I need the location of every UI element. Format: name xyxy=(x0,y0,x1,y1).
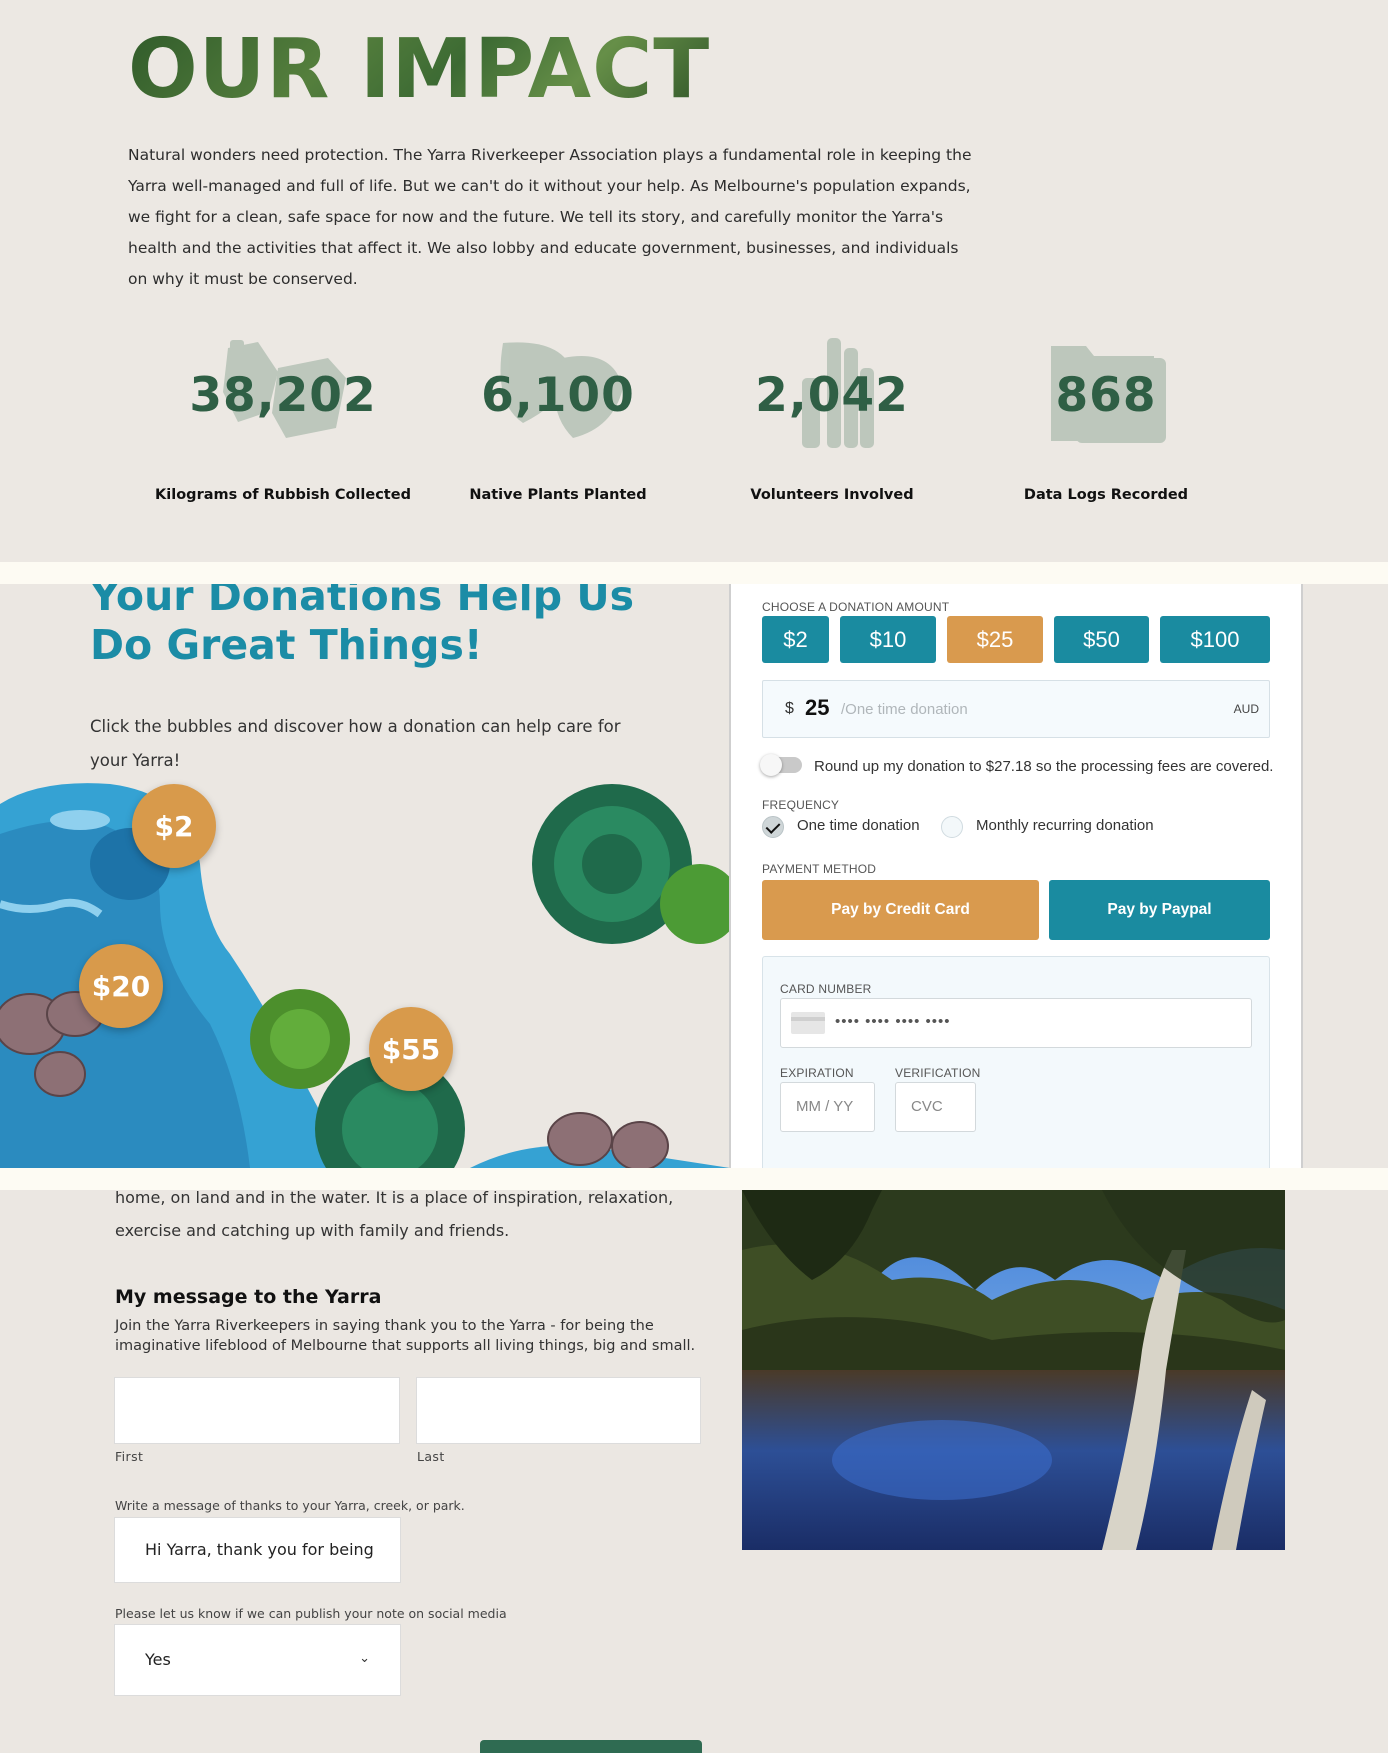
amount-button-10[interactable]: $10 xyxy=(840,616,936,663)
expiration-placeholder: MM / YY xyxy=(796,1098,854,1115)
stat-volunteers: 2,042 Volunteers Involved xyxy=(702,330,962,503)
stat-plants: 6,100 Native Plants Planted xyxy=(428,330,688,503)
stat-data-logs: 868 Data Logs Recorded xyxy=(976,330,1236,503)
radio-monthly[interactable] xyxy=(941,816,963,838)
radio-one-time[interactable] xyxy=(762,816,784,838)
stat-value: 38,202 xyxy=(189,368,377,423)
donation-bubble-55[interactable]: $55 xyxy=(369,1007,453,1091)
impact-section: OUR IMPACT Natural wonders need protecti… xyxy=(0,0,1388,562)
amount-button-25[interactable]: $25 xyxy=(947,616,1043,663)
publish-select-value: Yes xyxy=(145,1650,171,1669)
amount-value: 25 xyxy=(805,695,830,720)
currency-code: AUD xyxy=(1233,702,1259,716)
first-name-input[interactable] xyxy=(114,1377,400,1444)
round-up-toggle[interactable] xyxy=(760,754,802,776)
stat-value: 6,100 xyxy=(481,368,635,423)
publish-label: Please let us know if we can publish you… xyxy=(115,1606,507,1621)
amount-placeholder: /One time donation xyxy=(841,701,968,718)
stat-rubbish: 38,202 Kilograms of Rubbish Collected xyxy=(153,330,413,503)
last-name-input[interactable] xyxy=(416,1377,701,1444)
card-number-label: CARD NUMBER xyxy=(780,982,872,996)
section-divider xyxy=(0,562,1388,584)
one-time-label: One time donation xyxy=(797,817,920,834)
donation-title-line1: Your Donations Help Us xyxy=(90,584,635,620)
stat-label: Volunteers Involved xyxy=(750,487,914,503)
stat-label: Native Plants Planted xyxy=(469,487,647,503)
submit-button[interactable] xyxy=(480,1740,702,1753)
verification-placeholder: CVC xyxy=(911,1098,943,1115)
card-number-field[interactable]: •••• •••• •••• •••• xyxy=(780,998,1252,1048)
stat-value: 2,042 xyxy=(755,368,909,423)
frequency-label: FREQUENCY xyxy=(762,798,840,812)
expiration-field[interactable]: MM / YY xyxy=(780,1082,875,1132)
yarra-river-photo xyxy=(742,1190,1285,1550)
stat-value: 868 xyxy=(1055,368,1157,423)
pay-credit-card-button[interactable]: Pay by Credit Card xyxy=(762,880,1039,940)
amount-input[interactable]: $ 25 /One time donation AUD xyxy=(762,680,1270,738)
amount-button-2[interactable]: $2 xyxy=(762,616,829,663)
donation-bubble-20[interactable]: $20 xyxy=(79,944,163,1028)
thanks-message-value: Hi Yarra, thank you for being xyxy=(145,1540,374,1559)
verification-label: VERIFICATION xyxy=(895,1066,981,1080)
verification-field[interactable]: CVC xyxy=(895,1082,976,1132)
donation-form: CHOOSE A DONATION AMOUNT $2 $10 $25 $50 … xyxy=(729,584,1303,1168)
thanks-label: Write a message of thanks to your Yarra,… xyxy=(115,1498,465,1513)
amount-button-50[interactable]: $50 xyxy=(1054,616,1149,663)
payment-method-label: PAYMENT METHOD xyxy=(762,862,877,876)
amount-button-100[interactable]: $100 xyxy=(1160,616,1270,663)
donation-title-line2: Do Great Things! xyxy=(90,621,483,669)
last-name-label: Last xyxy=(417,1449,445,1464)
donation-title: Your Donations Help Us Do Great Things! xyxy=(90,584,634,670)
publish-select[interactable]: Yes ⌄ xyxy=(114,1624,401,1696)
pay-paypal-button[interactable]: Pay by Paypal xyxy=(1049,880,1270,940)
stat-label: Kilograms of Rubbish Collected xyxy=(155,487,411,503)
expiration-label: EXPIRATION xyxy=(780,1066,854,1080)
thanks-message-input[interactable]: Hi Yarra, thank you for being xyxy=(114,1517,401,1583)
donation-section: Your Donations Help Us Do Great Things! … xyxy=(0,584,1388,1168)
message-subtitle: Join the Yarra Riverkeepers in saying th… xyxy=(115,1318,696,1354)
impact-intro: Natural wonders need protection. The Yar… xyxy=(128,146,972,288)
first-name-label: First xyxy=(115,1449,144,1464)
message-title: My message to the Yarra xyxy=(115,1286,382,1308)
donation-text: Click the bubbles and discover how a don… xyxy=(90,717,621,770)
river-illustration xyxy=(0,783,730,1168)
card-icon xyxy=(791,1012,825,1034)
currency-symbol: $ xyxy=(785,700,794,717)
choose-amount-label: CHOOSE A DONATION AMOUNT xyxy=(762,600,950,614)
donation-bubble-2[interactable]: $2 xyxy=(132,784,216,868)
message-section: home, on land and in the water. It is a … xyxy=(0,1188,1388,1753)
message-intro-text: home, on land and in the water. It is a … xyxy=(115,1188,674,1240)
round-up-label: Round up my donation to $27.18 so the pr… xyxy=(814,758,1274,775)
chevron-down-icon: ⌄ xyxy=(359,1651,370,1666)
card-number-placeholder: •••• •••• •••• •••• xyxy=(835,1013,951,1030)
monthly-label: Monthly recurring donation xyxy=(976,817,1154,834)
impact-title: OUR IMPACT xyxy=(128,22,711,117)
card-details-box: CARD NUMBER •••• •••• •••• •••• EXPIRATI… xyxy=(762,956,1270,1168)
stat-label: Data Logs Recorded xyxy=(1023,487,1189,503)
